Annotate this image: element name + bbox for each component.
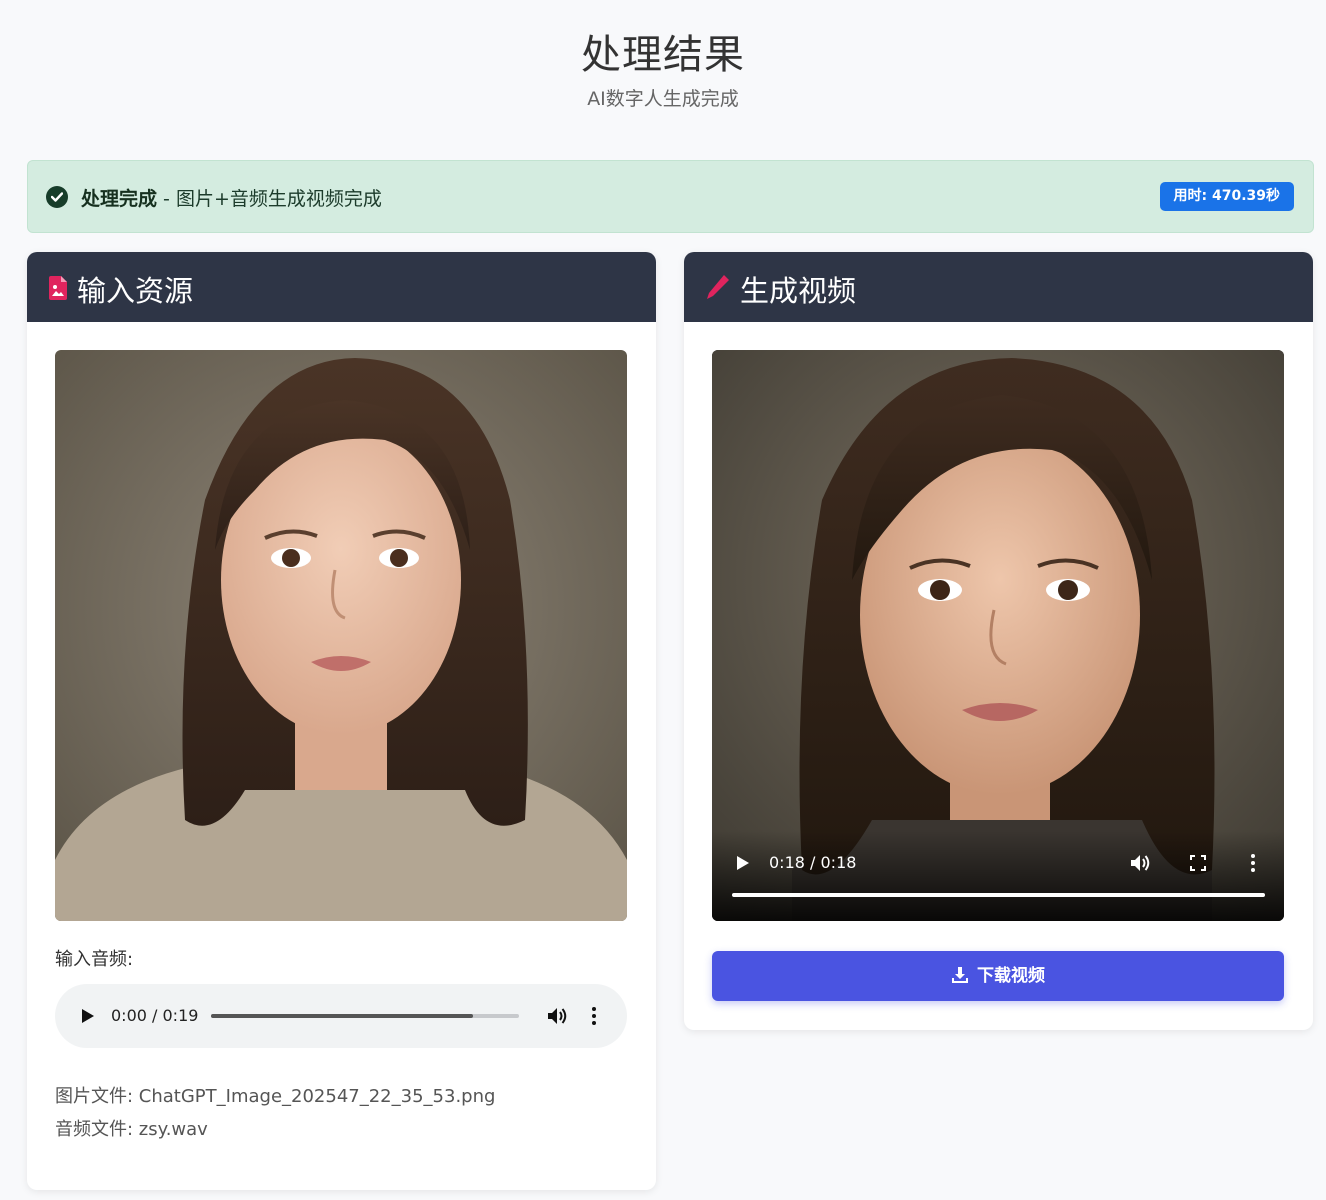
play-icon[interactable]	[736, 855, 750, 875]
output-card-header: 生成视频	[684, 252, 1313, 322]
video-time: 0:18 / 0:18	[769, 853, 857, 872]
play-icon[interactable]	[81, 1008, 95, 1028]
alert-status: 处理完成	[81, 188, 158, 210]
page-subtitle: AI数字人生成完成	[587, 88, 739, 110]
input-card-title: 输入资源	[77, 274, 194, 308]
audio-file-name: 音频文件: zsy.wav	[55, 1119, 208, 1140]
audio-player[interactable]: 0:00 / 0:19	[55, 984, 627, 1048]
file-image-icon	[49, 276, 67, 304]
audio-seek-bar[interactable]	[211, 1014, 519, 1018]
more-options-icon[interactable]	[1250, 853, 1256, 877]
download-icon	[952, 967, 968, 983]
input-portrait-image	[55, 350, 627, 921]
page-title: 处理结果	[581, 32, 745, 78]
video-progress-bar[interactable]	[732, 893, 1265, 897]
video-controls: 0:18 / 0:18	[712, 831, 1284, 921]
generated-video-player[interactable]: 0:18 / 0:18	[712, 350, 1284, 921]
volume-icon[interactable]	[547, 1006, 569, 1030]
check-circle-icon	[46, 186, 68, 208]
download-video-button[interactable]: 下载视频	[712, 951, 1284, 1001]
fullscreen-icon[interactable]	[1190, 855, 1206, 875]
alert-text: - 图片+音频生成视频完成	[157, 188, 382, 210]
alert-message: 处理完成 - 图片+音频生成视频完成	[81, 184, 382, 211]
elapsed-time-badge: 用时: 470.39秒	[1159, 182, 1294, 211]
volume-icon[interactable]	[1130, 853, 1152, 877]
pencil-icon	[706, 274, 730, 304]
output-card-title: 生成视频	[740, 274, 857, 308]
download-label: 下载视频	[977, 966, 1045, 986]
generated-video-card: 生成视频 0:18 / 0:18 下载视频	[684, 252, 1313, 1030]
more-options-icon[interactable]	[591, 1006, 597, 1030]
success-alert: 处理完成 - 图片+音频生成视频完成 用时: 470.39秒	[27, 160, 1314, 233]
image-file-name: 图片文件: ChatGPT_Image_202547_22_35_53.png	[55, 1086, 496, 1107]
input-card-header: 输入资源	[27, 252, 656, 322]
input-audio-label: 输入音频:	[55, 949, 134, 970]
input-resources-card: 输入资源 输入音频: 0:00 / 0:19 图片文件: ChatGPT_Ima…	[27, 252, 656, 1190]
audio-buffered-fill	[211, 1014, 473, 1018]
audio-time: 0:00 / 0:19	[111, 1006, 199, 1025]
